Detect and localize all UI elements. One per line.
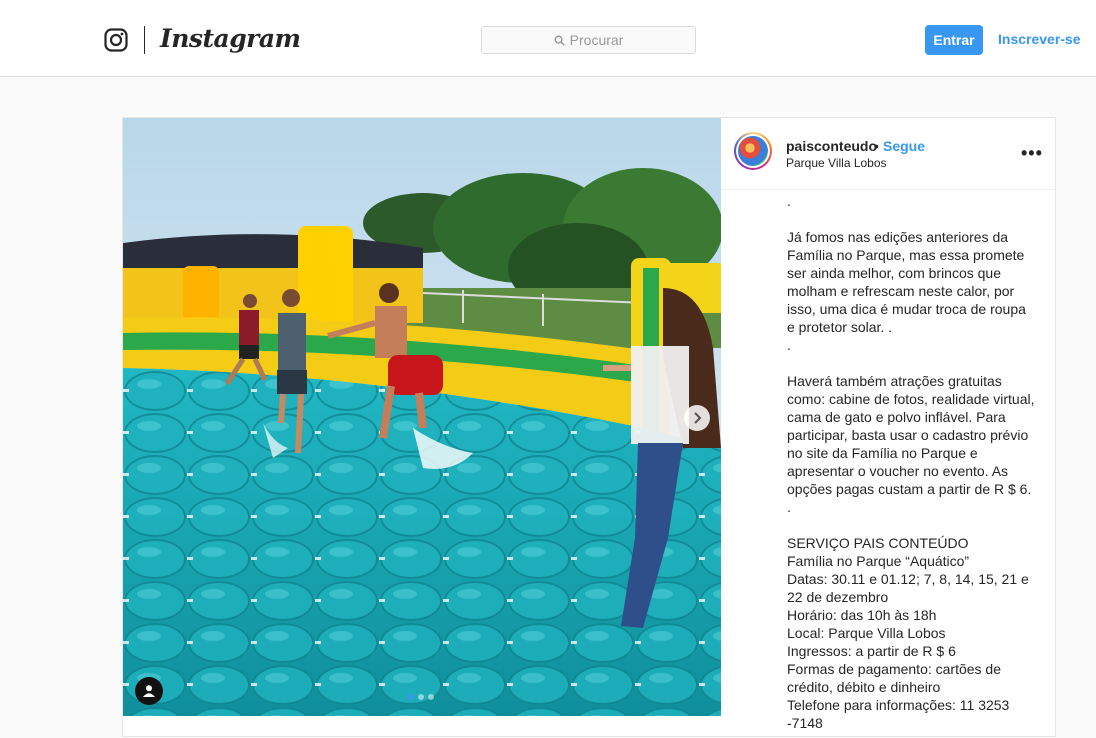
carousel-indicator bbox=[408, 694, 434, 700]
search-placeholder: Procurar bbox=[569, 32, 624, 48]
user-icon bbox=[143, 685, 155, 697]
location-link[interactable]: Parque Villa Lobos bbox=[786, 156, 887, 170]
carousel-next-button[interactable] bbox=[684, 405, 710, 431]
instagram-wordmark[interactable]: Instagram bbox=[160, 24, 301, 53]
search-icon bbox=[554, 35, 565, 46]
post-side-panel: paisconteudo • Segue Parque Villa Lobos … bbox=[721, 118, 1055, 738]
more-options-icon[interactable]: ••• bbox=[1021, 143, 1043, 164]
post-caption: . Já fomos nas edições anteriores da Fam… bbox=[787, 193, 1035, 731]
tagged-users-button[interactable] bbox=[135, 677, 163, 705]
carousel-dot bbox=[408, 694, 414, 700]
login-button[interactable]: Entrar bbox=[925, 25, 983, 55]
carousel-dot bbox=[418, 694, 424, 700]
post-photo[interactable] bbox=[123, 118, 721, 716]
username-link[interactable]: paisconteudo bbox=[786, 138, 877, 154]
avatar-image bbox=[738, 136, 768, 166]
logo-divider bbox=[144, 26, 145, 54]
follow-button[interactable]: Segue bbox=[883, 138, 925, 154]
avatar[interactable] bbox=[734, 132, 772, 170]
post-header: paisconteudo • Segue Parque Villa Lobos … bbox=[721, 118, 1055, 190]
search-input[interactable]: Procurar bbox=[481, 26, 696, 54]
top-navigation-bar: Instagram Procurar Entrar Inscrever-se bbox=[0, 0, 1096, 77]
post-card: paisconteudo • Segue Parque Villa Lobos … bbox=[122, 117, 1056, 737]
carousel-dot bbox=[428, 694, 434, 700]
separator-dot: • bbox=[874, 138, 879, 154]
post-photo-image bbox=[123, 118, 721, 716]
instagram-glyph-icon[interactable] bbox=[104, 28, 128, 52]
chevron-right-icon bbox=[694, 412, 702, 424]
signup-link[interactable]: Inscrever-se bbox=[998, 31, 1081, 47]
